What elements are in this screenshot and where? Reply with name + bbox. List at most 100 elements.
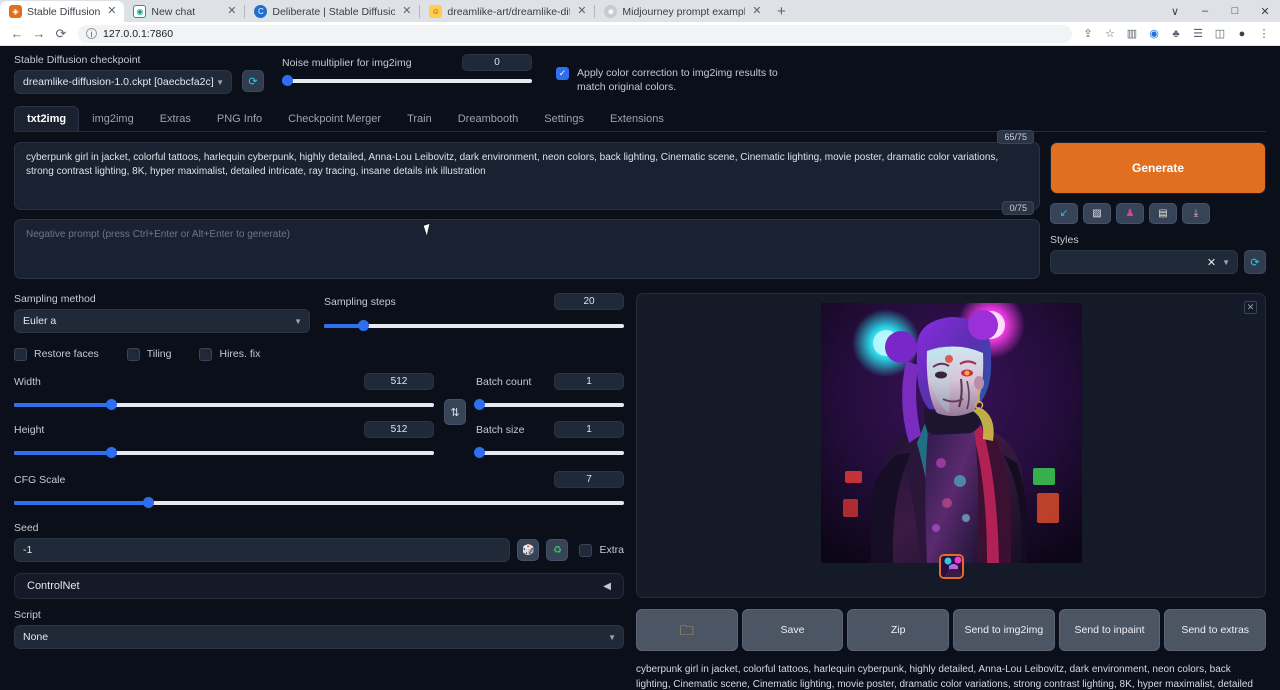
paste-arrow-icon[interactable]: ↙ <box>1050 203 1078 224</box>
sync-circle-icon[interactable]: ◉ <box>1144 24 1164 44</box>
close-window-button[interactable]: ✕ <box>1250 0 1280 22</box>
cfg-scale-value[interactable]: 7 <box>554 471 624 488</box>
batch-size-slider[interactable] <box>476 446 624 460</box>
extensions-icon[interactable]: ♣ <box>1166 24 1186 44</box>
reuse-seed-button[interactable]: ♻ <box>546 539 568 561</box>
tab-txt2img[interactable]: txt2img <box>14 106 79 131</box>
save-style-icon[interactable]: ⤓ <box>1182 203 1210 224</box>
close-icon[interactable]: ✕ <box>400 5 413 18</box>
generated-image[interactable] <box>821 303 1082 563</box>
info-icon[interactable]: i <box>86 28 97 39</box>
more-menu-icon[interactable]: ⋮ <box>1254 24 1274 44</box>
send-to-img2img-button[interactable]: Send to img2img <box>953 609 1055 651</box>
tab-img2img[interactable]: img2img <box>79 106 147 131</box>
tiling-checkbox[interactable] <box>127 348 140 361</box>
controlnet-accordion[interactable]: ControlNet ◀ <box>14 573 624 599</box>
slider-knob[interactable] <box>282 75 293 86</box>
swap-dimensions-button[interactable]: ⇅ <box>444 399 466 425</box>
result-thumbnail[interactable] <box>939 554 964 579</box>
color-correction-checkbox[interactable]: ✓ <box>556 67 569 80</box>
script-select[interactable]: None ▼ <box>14 625 624 649</box>
height-slider[interactable] <box>14 446 434 460</box>
height-value[interactable]: 512 <box>364 421 434 438</box>
media-list-icon[interactable]: ☰ <box>1188 24 1208 44</box>
cfg-scale-slider[interactable] <box>14 496 624 510</box>
restore-faces-toggle[interactable]: Restore faces <box>14 347 99 361</box>
slider-knob[interactable] <box>358 320 369 331</box>
open-folder-button[interactable]: 🗀 <box>636 609 738 651</box>
prompt-input[interactable]: cyberpunk girl in jacket, colorful tatto… <box>14 142 1040 210</box>
color-correction-field[interactable]: ✓ Apply color correction to img2img resu… <box>556 66 781 94</box>
slider-knob[interactable] <box>474 447 485 458</box>
zip-button[interactable]: Zip <box>847 609 949 651</box>
negative-prompt-input[interactable]: Negative prompt (press Ctrl+Enter or Alt… <box>14 219 1040 279</box>
close-icon[interactable]: ✕ <box>1244 301 1257 314</box>
address-bar[interactable]: i 127.0.0.1:7860 <box>78 25 1072 43</box>
forward-icon[interactable]: → <box>28 23 50 45</box>
back-icon[interactable]: ← <box>6 23 28 45</box>
browser-tab-4[interactable]: ☺ dreamlike-art/dreamlike-diffusio ✕ <box>420 1 594 22</box>
close-icon[interactable]: ✕ <box>105 5 118 18</box>
browser-tab-1[interactable]: ◈ Stable Diffusion ✕ <box>0 1 124 22</box>
browser-tab-3[interactable]: C Deliberate | Stable Diffusion Che ✕ <box>245 1 419 22</box>
extra-networks-icon[interactable]: ♟ <box>1116 203 1144 224</box>
sidepanel-icon[interactable]: ◫ <box>1210 24 1230 44</box>
tab-extensions[interactable]: Extensions <box>597 106 677 131</box>
clear-x-icon[interactable]: ✕ <box>1207 256 1216 269</box>
reload-icon[interactable]: ⟳ <box>50 23 72 45</box>
browser-tab-2[interactable]: ◉ New chat ✕ <box>124 1 244 22</box>
tab-settings[interactable]: Settings <box>531 106 597 131</box>
slider-knob[interactable] <box>474 399 485 410</box>
tab-checkpoint-merger[interactable]: Checkpoint Merger <box>275 106 394 131</box>
tiling-toggle[interactable]: Tiling <box>127 347 172 361</box>
width-value[interactable]: 512 <box>364 373 434 390</box>
random-seed-button[interactable]: 🎲 <box>517 539 539 561</box>
slider-knob[interactable] <box>106 399 117 410</box>
browser-tab-5[interactable]: ☻ Midjourney prompt examples : L ✕ <box>595 1 769 22</box>
extra-seed-checkbox[interactable] <box>579 544 592 557</box>
tab-extras[interactable]: Extras <box>147 106 204 131</box>
noise-multiplier-value[interactable]: 0 <box>462 54 532 71</box>
generate-button[interactable]: Generate <box>1050 142 1266 194</box>
width-slider[interactable] <box>14 398 434 412</box>
bookmark-star-icon[interactable]: ☆ <box>1100 24 1120 44</box>
close-icon[interactable]: ✕ <box>575 5 588 18</box>
new-tab-button[interactable]: + <box>769 1 793 22</box>
refresh-styles-button[interactable]: ⟳ <box>1244 250 1266 274</box>
batch-count-slider[interactable] <box>476 398 624 412</box>
close-icon[interactable]: ✕ <box>750 5 763 18</box>
noise-multiplier-slider[interactable] <box>282 74 532 88</box>
extension-puzzle-icon[interactable]: ▥ <box>1122 24 1142 44</box>
tab-png-info[interactable]: PNG Info <box>204 106 275 131</box>
profile-avatar-icon[interactable]: ● <box>1232 24 1252 44</box>
maximize-button[interactable]: □ <box>1220 0 1250 22</box>
hires-fix-checkbox[interactable] <box>199 348 212 361</box>
batch-size-value[interactable]: 1 <box>554 421 624 438</box>
chevron-down-icon[interactable]: ▼ <box>1222 258 1230 267</box>
slider-knob[interactable] <box>143 497 154 508</box>
save-button[interactable]: Save <box>742 609 844 651</box>
restore-faces-checkbox[interactable] <box>14 348 27 361</box>
tab-train[interactable]: Train <box>394 106 445 131</box>
collapse-arrow-icon[interactable]: ◀ <box>603 581 611 592</box>
tab-dreambooth[interactable]: Dreambooth <box>445 106 532 131</box>
checkpoint-select[interactable]: dreamlike-diffusion-1.0.ckpt [0aecbcfa2c… <box>14 70 232 94</box>
trash-icon[interactable]: ▨ <box>1083 203 1111 224</box>
apply-style-icon[interactable]: ▤ <box>1149 203 1177 224</box>
seed-input[interactable]: -1 <box>14 538 510 562</box>
collapse-icon[interactable]: ∨ <box>1160 0 1190 22</box>
sampling-steps-value[interactable]: 20 <box>554 293 624 310</box>
close-icon[interactable]: ✕ <box>225 5 238 18</box>
batch-count-value[interactable]: 1 <box>554 373 624 390</box>
send-to-inpaint-button[interactable]: Send to inpaint <box>1059 609 1161 651</box>
hires-fix-toggle[interactable]: Hires. fix <box>199 347 260 361</box>
slider-knob[interactable] <box>106 447 117 458</box>
minimize-button[interactable]: – <box>1190 0 1220 22</box>
sampling-steps-slider[interactable] <box>324 319 624 333</box>
extra-seed-toggle[interactable]: Extra <box>579 543 624 557</box>
styles-select[interactable]: ✕ ▼ <box>1050 250 1238 274</box>
send-to-extras-button[interactable]: Send to extras <box>1164 609 1266 651</box>
sampling-method-select[interactable]: Euler a ▼ <box>14 309 310 333</box>
share-icon[interactable]: ⇪ <box>1078 24 1098 44</box>
refresh-checkpoint-button[interactable]: ⟳ <box>242 70 264 92</box>
